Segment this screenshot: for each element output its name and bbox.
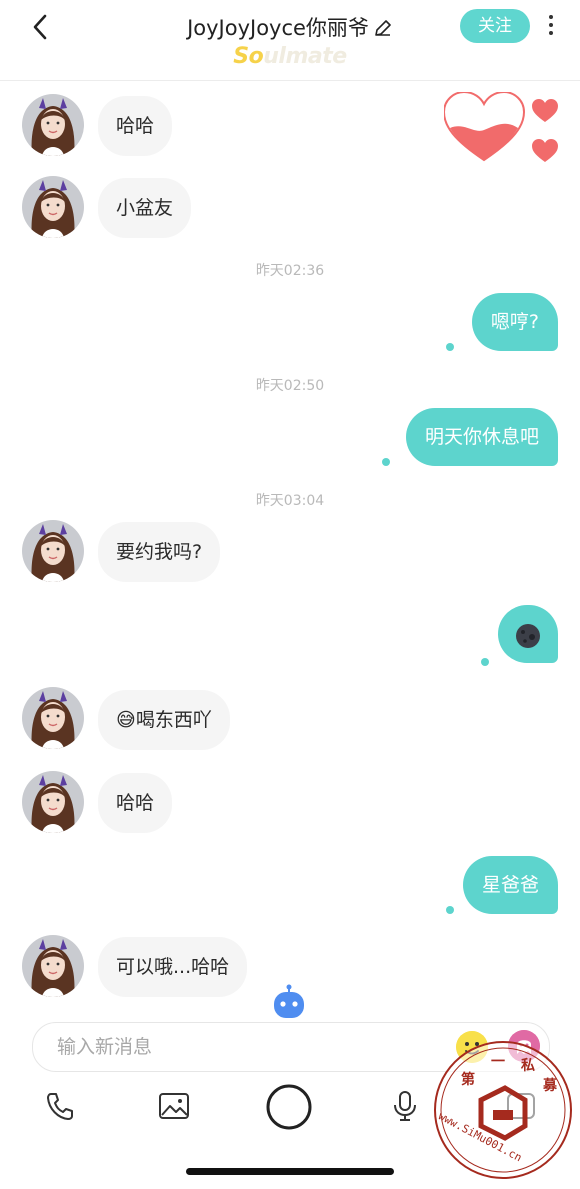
sweat-smile-emoji: 😅 xyxy=(116,709,136,731)
svg-text:募: 募 xyxy=(542,1077,558,1094)
outgoing-message[interactable]: 明天你休息吧 xyxy=(405,408,558,466)
microphone-icon[interactable] xyxy=(392,1090,418,1122)
soulmate-logo: Soulmate xyxy=(233,44,347,69)
contact-avatar[interactable] xyxy=(22,520,84,582)
outgoing-message[interactable] xyxy=(498,605,558,663)
svg-text:第: 第 xyxy=(461,1071,475,1088)
svg-text:私: 私 xyxy=(521,1057,535,1074)
contact-avatar[interactable] xyxy=(22,771,84,833)
outgoing-message[interactable]: 星爸爸 xyxy=(462,856,558,914)
contact-avatar[interactable] xyxy=(22,176,84,238)
image-icon[interactable] xyxy=(158,1091,190,1121)
incoming-message[interactable]: 要约我吗? xyxy=(98,522,221,582)
read-status-dot xyxy=(481,658,489,666)
contact-name: JoyJoyJoyce你丽爷 xyxy=(187,16,369,40)
contact-avatar[interactable] xyxy=(22,687,84,749)
phone-icon[interactable] xyxy=(44,1090,76,1122)
message-timestamp: 昨天02:50 xyxy=(255,378,325,394)
message-timestamp: 昨天02:36 xyxy=(255,263,325,279)
incoming-message[interactable]: 哈哈 xyxy=(98,773,173,833)
contact-avatar[interactable] xyxy=(22,94,84,156)
read-status-dot xyxy=(446,343,454,351)
incoming-message[interactable]: 😅喝东西吖 xyxy=(98,690,230,750)
soulmate-heart-icon[interactable] xyxy=(444,92,564,172)
watermark-seal: 第一 私募 www.SiMu001.cn xyxy=(434,1041,572,1179)
message-text: 喝东西吖 xyxy=(135,709,212,731)
robot-assistant-icon[interactable] xyxy=(270,984,308,1020)
message-timestamp: 昨天03:04 xyxy=(255,493,325,509)
svg-text:一: 一 xyxy=(491,1054,505,1070)
contact-avatar[interactable] xyxy=(22,935,84,997)
read-status-dot xyxy=(382,458,390,466)
outgoing-message[interactable]: 嗯哼? xyxy=(471,293,558,351)
new-moon-face-emoji-icon xyxy=(516,624,540,648)
incoming-message[interactable]: 哈哈 xyxy=(98,96,173,156)
read-status-dot xyxy=(446,906,454,914)
message-input[interactable] xyxy=(55,1023,459,1071)
camera-shutter-icon[interactable] xyxy=(265,1083,313,1131)
incoming-message[interactable]: 可以哦...哈哈 xyxy=(98,937,248,997)
more-options-icon[interactable] xyxy=(546,12,556,40)
edit-icon[interactable] xyxy=(373,18,393,38)
incoming-message[interactable]: 小盆友 xyxy=(98,178,192,238)
home-indicator xyxy=(186,1168,394,1175)
chat-header: JoyJoyJoyce你丽爷 Soulmate 关注 xyxy=(0,0,580,81)
follow-button[interactable]: 关注 xyxy=(460,9,530,43)
